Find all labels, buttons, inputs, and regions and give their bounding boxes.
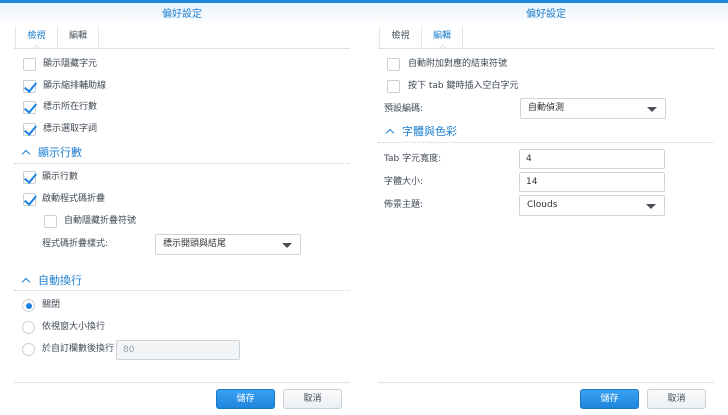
show-hidden-chars-label: 顯示隱藏字元 (43, 59, 98, 69)
theme-select[interactable]: Clouds (519, 195, 665, 216)
highlight-current-line-checkbox[interactable] (23, 101, 36, 114)
wrap-window-radio[interactable] (22, 321, 35, 334)
chevron-up-icon (21, 149, 31, 159)
font-color-section-header[interactable]: 字體與色彩 (384, 125, 457, 139)
footer-divider (14, 382, 350, 383)
preferences-dialog-edit: 偏好設定 檢視 編輯 自動附加對應的結束符號 按下 tab 鍵時插入空白字元 預… (364, 0, 728, 415)
show-indent-guides-label: 顯示縮排輔助線 (43, 81, 107, 91)
auto-hide-fold-checkbox[interactable] (44, 215, 57, 228)
tab-edit[interactable]: 編輯 (57, 26, 99, 48)
auto-close-brackets-checkbox[interactable] (387, 58, 400, 71)
font-size-label: 字體大小: (384, 177, 424, 187)
wrap-off-label: 關閉 (42, 300, 61, 310)
tab-edit[interactable]: 編輯 (421, 26, 463, 48)
chevron-up-icon (385, 128, 395, 138)
dropdown-arrow-icon (282, 243, 292, 248)
encoding-select[interactable]: 自動偵測 (520, 98, 666, 119)
auto-hide-fold-label: 自動隱藏折疊符號 (64, 216, 137, 226)
dropdown-arrow-icon (647, 107, 657, 112)
code-folding-label: 啟動程式碼折疊 (42, 194, 106, 204)
section-title: 自動換行 (38, 274, 82, 287)
wrap-column-radio[interactable] (22, 343, 35, 356)
encoding-value: 自動偵測 (528, 103, 565, 113)
tab-width-input[interactable]: 4 (519, 149, 665, 169)
highlight-selected-word-checkbox[interactable] (23, 123, 36, 136)
section-divider (14, 290, 350, 291)
wrap-window-label: 依視窗大小換行 (42, 322, 106, 332)
section-title: 字體與色彩 (402, 125, 457, 138)
tab-view[interactable]: 檢視 (15, 26, 57, 48)
fold-style-label: 程式碼折疊樣式: (42, 239, 109, 249)
dropdown-arrow-icon (646, 204, 656, 209)
highlight-current-line-label: 標示所在行數 (43, 102, 98, 112)
wrap-column-input[interactable]: 80 (116, 340, 240, 360)
dialog-title: 偏好設定 (0, 3, 364, 25)
fold-style-value: 標示開頭與結尾 (163, 239, 227, 249)
dialog-title: 偏好設定 (364, 3, 728, 25)
footer-divider (378, 382, 714, 383)
save-button[interactable]: 儲存 (580, 389, 639, 409)
section-title: 顯示行數 (38, 146, 82, 159)
wrap-off-radio[interactable] (22, 299, 35, 312)
word-wrap-section-header[interactable]: 自動換行 (20, 274, 82, 288)
theme-label: 佈景主題: (384, 200, 424, 210)
cancel-button[interactable]: 取消 (283, 389, 342, 409)
soft-tabs-checkbox[interactable] (387, 80, 400, 93)
tab-width-label: Tab 字元寬度: (384, 154, 442, 164)
code-folding-checkbox[interactable] (23, 193, 36, 206)
soft-tabs-label: 按下 tab 鍵時插入空白字元 (408, 81, 519, 91)
fold-style-select[interactable]: 標示開頭與結尾 (155, 234, 301, 255)
tab-view[interactable]: 檢視 (379, 26, 421, 48)
show-line-numbers-checkbox[interactable] (23, 171, 36, 184)
cancel-button[interactable]: 取消 (647, 389, 706, 409)
encoding-label: 預設編碼: (384, 104, 424, 114)
show-indent-guides-checkbox[interactable] (23, 80, 36, 93)
tab-divider (378, 48, 714, 49)
show-hidden-chars-checkbox[interactable] (23, 58, 36, 71)
chevron-up-icon (21, 277, 31, 287)
save-button[interactable]: 儲存 (216, 389, 275, 409)
wrap-column-label: 於自訂欄數後換行 (42, 344, 115, 354)
section-divider (14, 163, 350, 164)
font-size-input[interactable]: 14 (519, 172, 665, 192)
highlight-selected-word-label: 標示選取字詞 (43, 124, 98, 134)
auto-close-brackets-label: 自動附加對應的結束符號 (408, 59, 508, 69)
show-line-numbers-label: 顯示行數 (42, 172, 79, 182)
line-numbers-section-header[interactable]: 顯示行數 (20, 146, 82, 160)
preferences-dialog-view: 偏好設定 檢視 編輯 顯示隱藏字元 顯示縮排輔助線 標示所在行數 標示選取字詞 … (0, 0, 364, 415)
section-divider (378, 142, 714, 143)
tab-divider (14, 48, 350, 49)
theme-value: Clouds (527, 200, 558, 210)
